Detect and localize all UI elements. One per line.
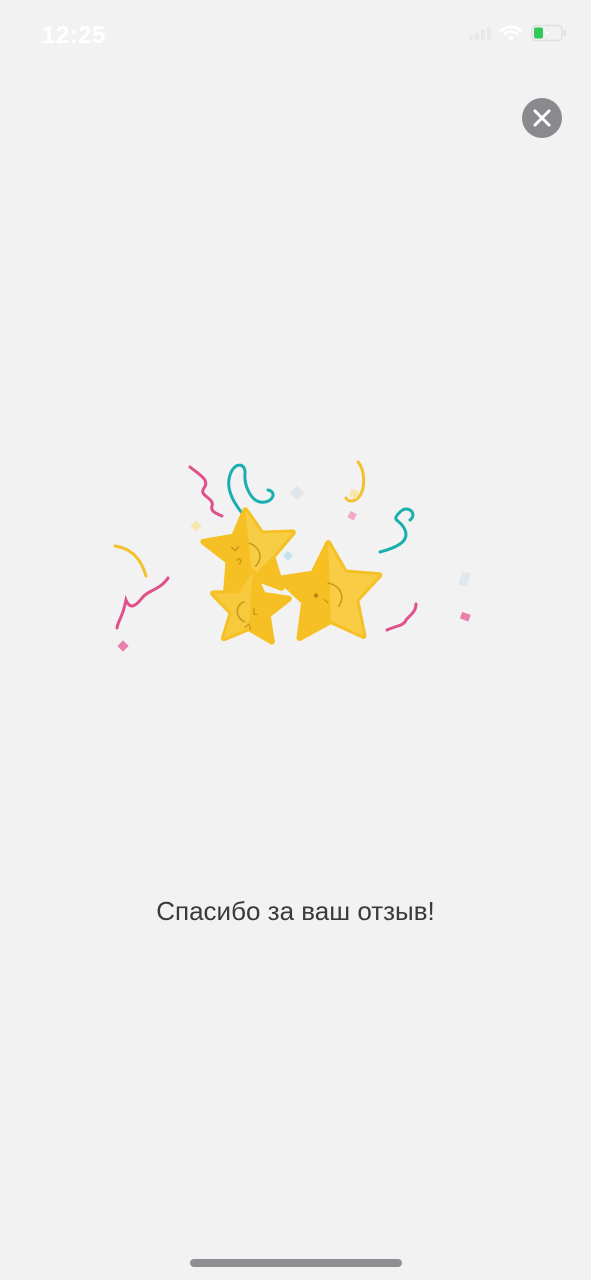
status-icons <box>469 24 567 42</box>
confetti-ribbon <box>113 544 148 578</box>
confetti-ribbon <box>188 465 224 518</box>
home-indicator[interactable] <box>190 1259 402 1267</box>
stars-illustration <box>113 460 471 652</box>
confetti-piece <box>458 571 471 588</box>
confetti-ribbon <box>227 463 275 520</box>
close-icon <box>533 109 551 127</box>
confetti-piece <box>347 510 357 521</box>
confetti-piece <box>459 611 471 622</box>
wifi-icon <box>500 25 522 41</box>
battery-charging-icon <box>531 24 566 42</box>
status-time: 12:25 <box>42 22 106 49</box>
close-button[interactable] <box>522 98 562 138</box>
confetti-piece <box>289 485 305 501</box>
status-bar: 12:25 <box>0 0 591 72</box>
star-right <box>276 540 383 642</box>
thanks-message: Спасибо за ваш отзыв! <box>156 896 435 926</box>
confetti-piece <box>283 550 293 561</box>
cellular-signal-icon <box>469 26 491 40</box>
confetti-piece <box>117 640 129 652</box>
confetti-ribbon <box>385 602 418 632</box>
confetti-piece <box>190 520 202 532</box>
confetti-ribbon <box>115 576 170 630</box>
confetti-ribbon <box>378 507 415 554</box>
